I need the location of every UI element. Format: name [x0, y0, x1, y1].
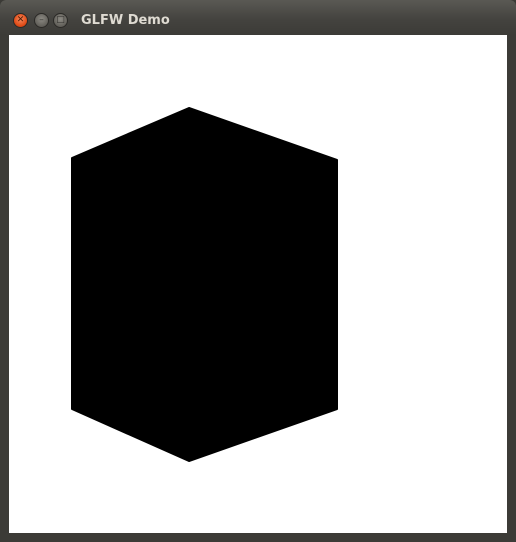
window-title: GLFW Demo — [81, 13, 170, 28]
minimize-icon: – — [39, 15, 44, 25]
minimize-button[interactable]: – — [34, 13, 49, 28]
maximize-button[interactable]: □ — [53, 13, 68, 28]
gl-canvas[interactable] — [9, 35, 507, 533]
render-surface — [71, 107, 338, 462]
maximize-icon: □ — [56, 15, 65, 25]
close-icon: ✕ — [16, 15, 25, 25]
close-button[interactable]: ✕ — [13, 13, 28, 28]
hexagon-shape — [71, 107, 338, 462]
app-window: ✕ – □ GLFW Demo — [0, 0, 516, 542]
title-bar[interactable]: ✕ – □ GLFW Demo — [0, 0, 516, 35]
